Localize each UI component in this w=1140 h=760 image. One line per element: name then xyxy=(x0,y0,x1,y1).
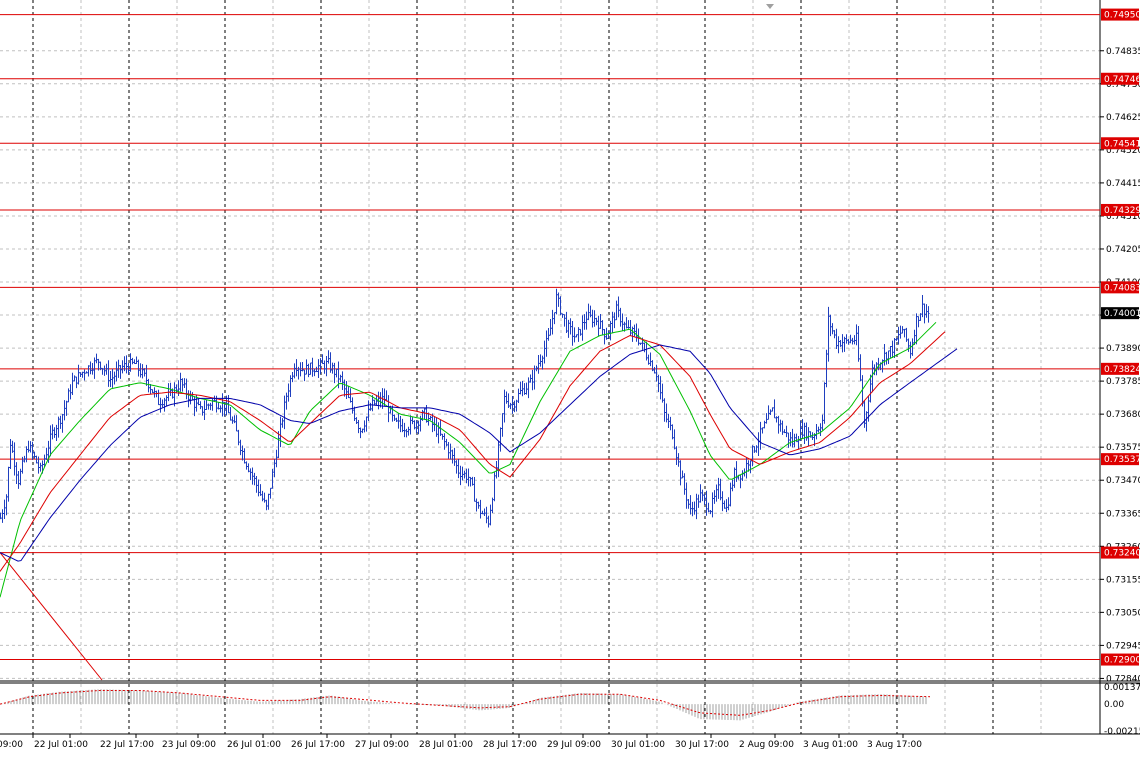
oscillator-tick-label: 0.00 xyxy=(1104,700,1124,710)
price-tick-label: 0.74835 xyxy=(1106,47,1140,57)
oscillator-tick-label: -0.00215 xyxy=(1104,727,1140,737)
current-price-label: 0.74001 xyxy=(1104,309,1140,319)
time-tick-label: 3 Aug 17:00 xyxy=(867,740,922,750)
level-label: 0.73537 xyxy=(1104,455,1140,465)
time-tick-label: 22 Jul 01:00 xyxy=(34,740,88,750)
chart-background xyxy=(0,0,1140,756)
chart[interactable]: 0.74835 0.74730 0.74625 0.74520 0.74415 0.743… xyxy=(0,0,1140,760)
time-tick-label: 30 Jul 17:00 xyxy=(675,740,729,750)
level-label: 0.73824 xyxy=(1104,365,1140,375)
time-tick-label: 28 Jul 01:00 xyxy=(419,740,473,750)
time-tick-label: 30 Jul 01:00 xyxy=(611,740,665,750)
price-tick-label: 0.74415 xyxy=(1106,179,1140,189)
price-tick-label: 0.73365 xyxy=(1106,509,1140,519)
time-tick-label: 3 Aug 01:00 xyxy=(803,740,858,750)
time-tick-label: 09:00 xyxy=(0,740,23,750)
level-label: 0.74541 xyxy=(1104,139,1140,149)
price-tick-label: 0.73470 xyxy=(1106,476,1140,486)
level-label: 0.74083 xyxy=(1104,283,1140,293)
price-tick-label: 0.74625 xyxy=(1106,113,1140,123)
level-label: 0.72900 xyxy=(1104,656,1140,666)
time-tick-label: 27 Jul 09:00 xyxy=(355,740,409,750)
time-tick-label: 23 Jul 09:00 xyxy=(162,740,216,750)
time-tick-label: 26 Jul 17:00 xyxy=(291,740,345,750)
level-label: 0.74329 xyxy=(1104,206,1140,216)
price-tick-label: 0.73575 xyxy=(1106,443,1140,453)
oscillator-tick-label: 0.00137 xyxy=(1104,683,1140,693)
price-tick-label: 0.73050 xyxy=(1106,608,1140,618)
time-tick-label: 29 Jul 09:00 xyxy=(547,740,601,750)
chart-canvas: 0.748350.747300.746250.745200.744150.743… xyxy=(0,0,1140,756)
time-tick-label: 2 Aug 09:00 xyxy=(739,740,794,750)
price-tick-label: 0.74205 xyxy=(1106,245,1140,255)
price-tick-label: 0.73155 xyxy=(1106,575,1140,585)
time-tick-label: 28 Jul 17:00 xyxy=(483,740,537,750)
level-label: 0.73240 xyxy=(1104,549,1140,559)
time-tick-label: 26 Jul 01:00 xyxy=(227,740,281,750)
price-tick-label: 0.73680 xyxy=(1106,410,1140,420)
price-tick-label: 0.73890 xyxy=(1106,344,1140,354)
price-tick-label: 0.72945 xyxy=(1106,641,1140,651)
level-label: 0.74950 xyxy=(1104,11,1140,21)
time-tick-label: 22 Jul 17:00 xyxy=(100,740,154,750)
level-label: 0.74746 xyxy=(1104,75,1140,85)
price-tick-label: 0.73785 xyxy=(1106,377,1140,387)
